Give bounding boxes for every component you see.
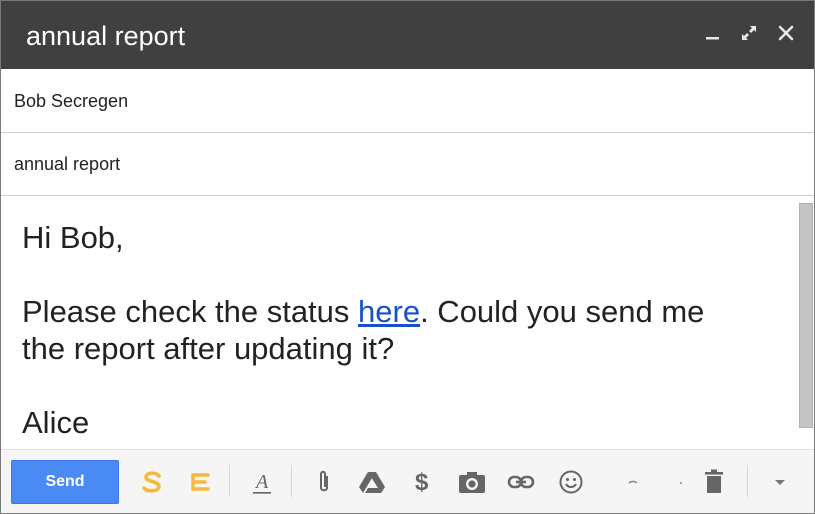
greeting-line: Hi Bob,: [22, 220, 124, 255]
body-text-before-link: Please check the status: [22, 294, 359, 329]
subject-value: annual report: [14, 154, 121, 174]
body-line-1: Please check the status here. Could you …: [22, 293, 782, 330]
drive-icon[interactable]: [357, 468, 387, 496]
attach-icon[interactable]: [312, 468, 336, 496]
body-scrollbar[interactable]: [797, 201, 814, 449]
emoji-icon[interactable]: [557, 468, 585, 496]
discard-icon[interactable]: [702, 468, 726, 496]
subject-field[interactable]: annual report: [1, 133, 814, 196]
toolbar-divider: [229, 465, 230, 497]
message-text: Hi Bob, Please check the status here. Co…: [22, 219, 782, 441]
formatting-icon[interactable]: A: [249, 468, 275, 496]
scrollbar-thumb[interactable]: [799, 203, 813, 428]
recipient-field[interactable]: Bob Secregen: [1, 70, 814, 133]
dot-icon: [673, 468, 689, 496]
toolbar-divider: [291, 465, 292, 497]
streak-s-icon[interactable]: [139, 468, 165, 496]
toolbar-divider: [747, 465, 748, 497]
body-line-2: the report after updating it?: [22, 331, 395, 366]
dropdown-icon[interactable]: [769, 468, 791, 496]
body-text-after-link: . Could you send me: [420, 294, 705, 329]
svg-text:$: $: [415, 469, 429, 496]
link-icon[interactable]: [506, 468, 536, 496]
compose-window: annual report Bob Secregen annual report…: [0, 0, 815, 514]
dollar-icon[interactable]: $: [411, 468, 435, 496]
svg-text:A: A: [254, 471, 269, 493]
title-bar: annual report: [1, 1, 814, 69]
window-title: annual report: [26, 21, 186, 51]
send-button[interactable]: Send: [11, 460, 119, 504]
compose-toolbar: Send A $: [1, 449, 814, 513]
message-body[interactable]: Hi Bob, Please check the status here. Co…: [1, 197, 814, 449]
minimize-icon[interactable]: [701, 21, 725, 45]
status-link[interactable]: here: [358, 294, 420, 329]
expand-icon[interactable]: [737, 21, 761, 45]
more-options-icon[interactable]: [623, 468, 643, 496]
signature-line: Alice: [22, 405, 90, 440]
streak-e-icon[interactable]: [187, 468, 213, 496]
close-icon[interactable]: [774, 21, 798, 45]
camera-icon[interactable]: [457, 468, 487, 496]
recipient-value: Bob Secregen: [14, 91, 129, 111]
